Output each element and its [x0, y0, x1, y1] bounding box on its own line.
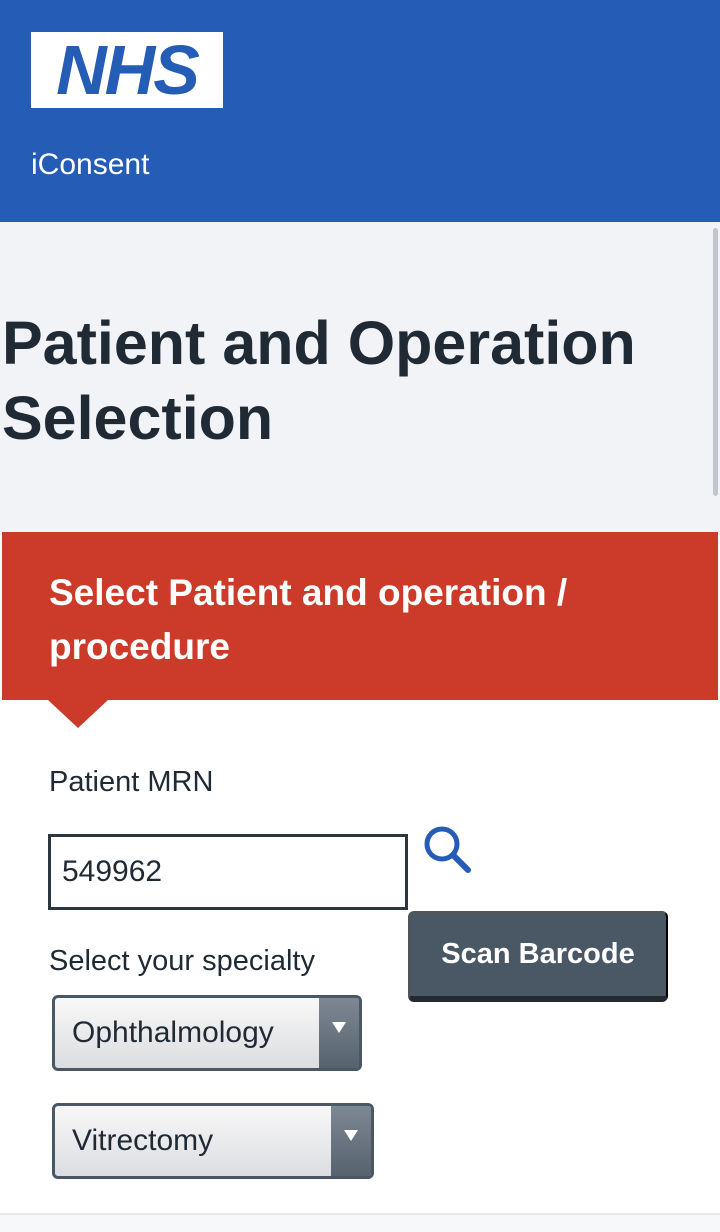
page: NHS iConsent Patient and Operation Selec… — [0, 0, 720, 1232]
chevron-down-icon — [331, 1106, 371, 1176]
procedure-select-value: Vitrectomy — [72, 1124, 214, 1157]
specialty-select-value: Ophthalmology — [72, 1016, 274, 1049]
app-header: NHS iConsent — [0, 0, 720, 222]
specialty-select[interactable]: Ophthalmology — [52, 995, 362, 1071]
page-title-line1: Patient and Operation — [2, 309, 636, 377]
procedure-select[interactable]: Vitrectomy — [52, 1103, 374, 1179]
section-heading-line1: Select Patient and operation / — [49, 572, 568, 613]
page-title-line2: Selection — [2, 384, 274, 452]
chevron-down-icon — [319, 998, 359, 1068]
app-name: iConsent — [31, 148, 150, 181]
scrollbar-thumb[interactable] — [713, 228, 718, 496]
section-heading: Select Patient and operation / procedure — [49, 566, 669, 674]
nhs-logo-text: NHS — [56, 31, 200, 109]
section-heading-line2: procedure — [49, 626, 230, 667]
mrn-input[interactable] — [48, 834, 408, 910]
page-title: Patient and Operation Selection — [2, 306, 702, 456]
nhs-logo: NHS — [31, 32, 223, 108]
scan-barcode-button[interactable]: Scan Barcode — [408, 911, 668, 1002]
section-pointer — [48, 700, 108, 728]
footer-band — [0, 1215, 720, 1232]
specialty-label: Select your specialty — [49, 945, 315, 977]
search-icon[interactable] — [422, 824, 474, 876]
mrn-label: Patient MRN — [49, 766, 214, 798]
section-header: Select Patient and operation / procedure — [2, 532, 718, 700]
